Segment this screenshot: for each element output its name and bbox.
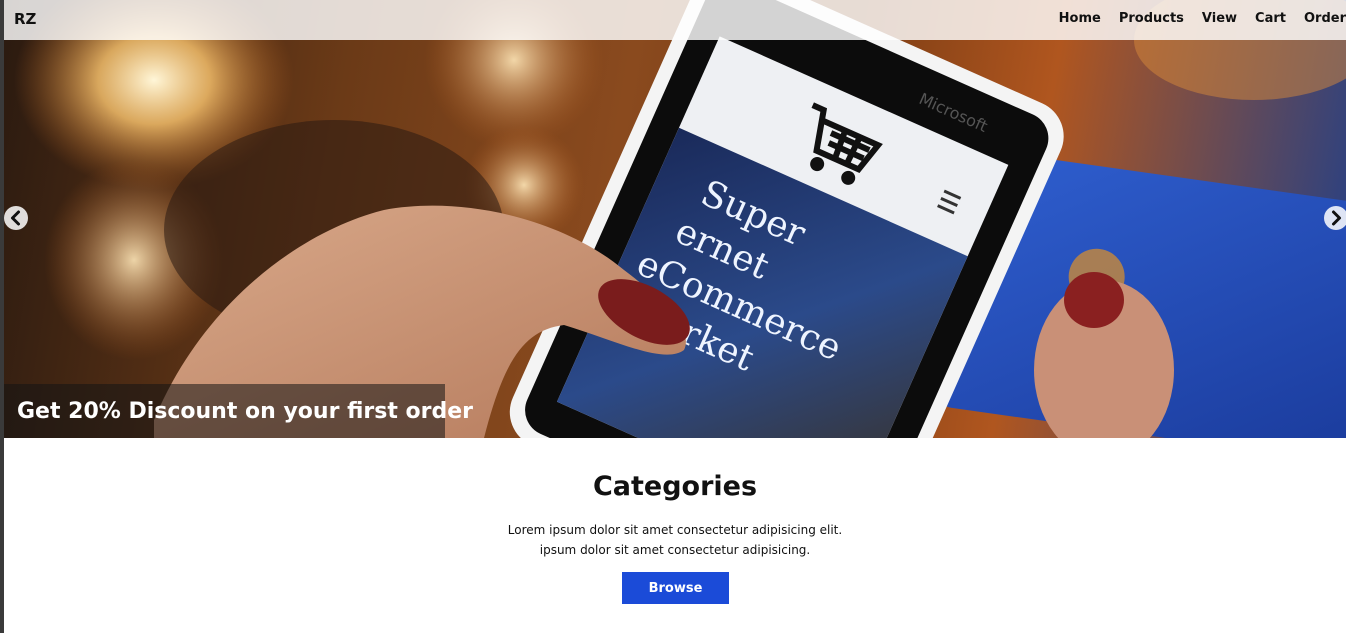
brand-logo[interactable]: RZ bbox=[14, 10, 36, 28]
section-description: Lorem ipsum dolor sit amet consectetur a… bbox=[4, 520, 1346, 560]
section-title: Categories bbox=[592, 471, 758, 502]
nav-link-order[interactable]: Order bbox=[1304, 11, 1346, 26]
hero-image: Super ernet eCommerce Market Microsoft bbox=[14, 0, 1346, 438]
page: Super ernet eCommerce Market Microsoft G… bbox=[4, 0, 1346, 633]
description-line: ipsum dolor sit amet consectetur adipisi… bbox=[539, 543, 811, 557]
categories-section: Categories Lorem ipsum dolor sit amet co… bbox=[4, 438, 1346, 633]
caption-text: Get 20% Discount on your first order bbox=[17, 398, 473, 424]
navbar: RZ Home Products View Cart Order bbox=[4, 0, 1346, 40]
chevron-left-icon bbox=[11, 210, 20, 226]
nav-link-home[interactable]: Home bbox=[1059, 11, 1101, 26]
carousel-caption: Get 20% Discount on your first order bbox=[4, 384, 473, 438]
nav-link-products[interactable]: Products bbox=[1119, 11, 1184, 26]
hero-carousel: Super ernet eCommerce Market Microsoft G… bbox=[4, 0, 1346, 438]
description-line: Lorem ipsum dolor sit amet consectetur a… bbox=[507, 523, 843, 537]
nav-link-cart[interactable]: Cart bbox=[1255, 11, 1286, 26]
browse-button[interactable]: Browse bbox=[622, 572, 729, 604]
carousel-prev-button[interactable] bbox=[4, 206, 28, 230]
nav-links: Home Products View Cart Order bbox=[1041, 11, 1346, 26]
nav-link-view[interactable]: View bbox=[1202, 11, 1237, 26]
carousel-next-button[interactable] bbox=[1324, 206, 1346, 230]
chevron-right-icon bbox=[1332, 210, 1341, 226]
